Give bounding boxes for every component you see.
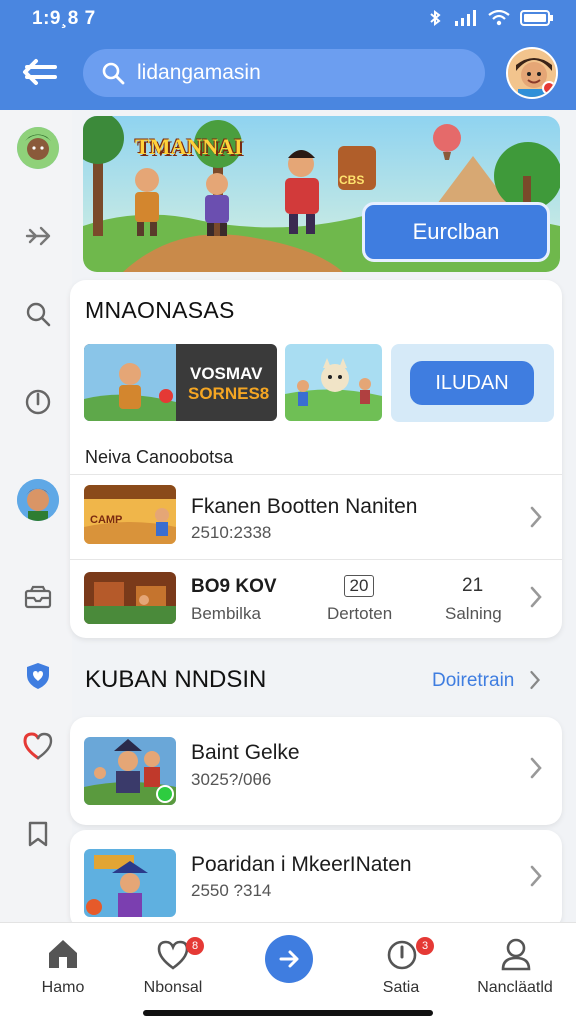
game-thumbnail-art: CAMP: [84, 485, 176, 544]
avatar-notification-dot: [542, 81, 556, 95]
svg-text:CAMP: CAMP: [90, 514, 122, 526]
rail-shield-button[interactable]: [16, 654, 60, 698]
list-item-meta: 2510:2338: [191, 523, 272, 542]
chevron-right-icon[interactable]: [528, 756, 544, 780]
section-title: KUBAN NNDSIN: [85, 666, 267, 693]
back-button[interactable]: [20, 54, 60, 90]
promo-text-1: VOSMAV: [190, 364, 263, 383]
nav-home-label: Hamo: [41, 979, 85, 996]
side-rail: [0, 110, 72, 922]
list-item-thumbnail: CAMP: [84, 485, 176, 544]
rail-bookmark-button[interactable]: [16, 812, 60, 856]
nav-profile[interactable]: Nancläatld: [460, 923, 570, 1013]
list-item-meta: 3025?/0θ6: [191, 770, 272, 789]
list-item-meta: Bembilka: [191, 604, 261, 623]
profile-icon: [501, 938, 531, 971]
promo-text-2: SORNES8: [188, 384, 270, 403]
user-avatar[interactable]: [506, 47, 558, 99]
center-action-button[interactable]: [265, 935, 313, 983]
ludan-button[interactable]: ILUDAN: [410, 361, 534, 405]
nav-favorites-label: Nbonsal: [143, 979, 203, 996]
chevron-right-icon[interactable]: [528, 585, 544, 609]
character-avatar-icon: [17, 127, 59, 169]
heart-icon: [157, 940, 189, 970]
nav-home[interactable]: Hamo: [8, 923, 118, 1013]
chevron-right-icon[interactable]: [528, 864, 544, 888]
wifi-icon: [488, 10, 510, 26]
bluetooth-icon: [430, 10, 441, 26]
search-input[interactable]: lidangamasin: [137, 61, 261, 85]
battery-icon: [520, 10, 553, 26]
shield-heart-icon: [27, 663, 49, 689]
status-time: 1:9¸8 7: [32, 8, 96, 29]
nav-alerts-badge: 3: [416, 937, 434, 955]
home-indicator: [143, 1010, 433, 1016]
stat-label-2: Salning: [445, 604, 502, 623]
svg-text:CBS: CBS: [339, 173, 364, 187]
list-item-title: BO9 KOV: [191, 576, 277, 597]
verified-badge-icon: [156, 785, 174, 803]
chevron-right-icon[interactable]: [528, 505, 544, 529]
nav-profile-label: Nancläatld: [477, 979, 553, 996]
status-icons: [426, 9, 554, 27]
card-subheading: Neiva Canoobotsa: [85, 447, 234, 467]
nav-alerts[interactable]: 3 Satia: [346, 923, 456, 1013]
nav-favorites[interactable]: 8 Nbonsal: [118, 923, 228, 1013]
stat-value-2: 21: [462, 575, 484, 596]
back-arrow-icon: [23, 59, 57, 85]
nav-favorites-badge: 8: [186, 937, 204, 955]
section-see-all-link[interactable]: Doiretrain: [432, 670, 514, 692]
list-item-thumbnail: [84, 737, 176, 805]
rail-inbox-button[interactable]: [16, 576, 60, 620]
rail-flight-button[interactable]: [16, 214, 60, 258]
list-item-thumbnail: [84, 849, 176, 917]
alert-icon: [387, 940, 417, 970]
bottom-nav: Hamo 8 Nbonsal 3 Satia Nancläatld: [0, 922, 576, 1024]
list-item-thumbnail: [84, 572, 176, 624]
bookmark-icon: [28, 821, 48, 847]
list-item-meta: 2550 ?314: [191, 881, 272, 900]
promo-thumbnail-1[interactable]: VOSMAV SORNES8: [84, 344, 277, 421]
rail-compass-button[interactable]: [16, 380, 60, 424]
game-thumbnail-art: [84, 572, 176, 624]
stat-label-1: Dertoten: [327, 604, 393, 623]
rail-avatar-1[interactable]: [16, 126, 60, 170]
airplane-icon: [25, 226, 51, 246]
stat-value-1: 20: [344, 575, 374, 597]
list-item-title: Fkanen Bootten Naniten: [191, 495, 418, 518]
chevron-right-icon[interactable]: [528, 669, 542, 691]
rail-favorites-button[interactable]: [16, 724, 60, 768]
rail-search-button[interactable]: [16, 292, 60, 336]
promo-thumbnail-2[interactable]: [285, 344, 382, 421]
search-icon: [102, 62, 125, 85]
nav-alerts-label: Satia: [382, 979, 420, 996]
app-header: 1:9¸8 7 lidangamasin: [0, 0, 576, 110]
banner-action-button[interactable]: Eurclban: [362, 202, 550, 262]
featured-card-title: MNAONASAS: [85, 297, 235, 323]
compass-icon: [25, 389, 51, 415]
banner-game-title: TMANNAI: [135, 134, 243, 159]
list-item-title: Baint Gelke: [191, 741, 300, 764]
character-avatar-icon: [17, 479, 59, 521]
promo-art-2: [285, 344, 382, 421]
list-item-title: Poaridan i MkeerINaten: [191, 853, 412, 876]
nav-center-action[interactable]: [233, 923, 343, 1013]
game-thumbnail-art: [84, 849, 176, 917]
search-icon: [26, 302, 51, 327]
heart-icon: [23, 732, 53, 760]
status-bar: 1:9¸8 7: [0, 0, 576, 38]
search-bar[interactable]: lidangamasin: [83, 49, 485, 97]
home-icon: [49, 940, 77, 968]
inbox-icon: [24, 585, 52, 609]
arrow-right-icon: [279, 950, 299, 968]
signal-icon: [455, 10, 476, 26]
rail-avatar-2[interactable]: [16, 478, 60, 522]
